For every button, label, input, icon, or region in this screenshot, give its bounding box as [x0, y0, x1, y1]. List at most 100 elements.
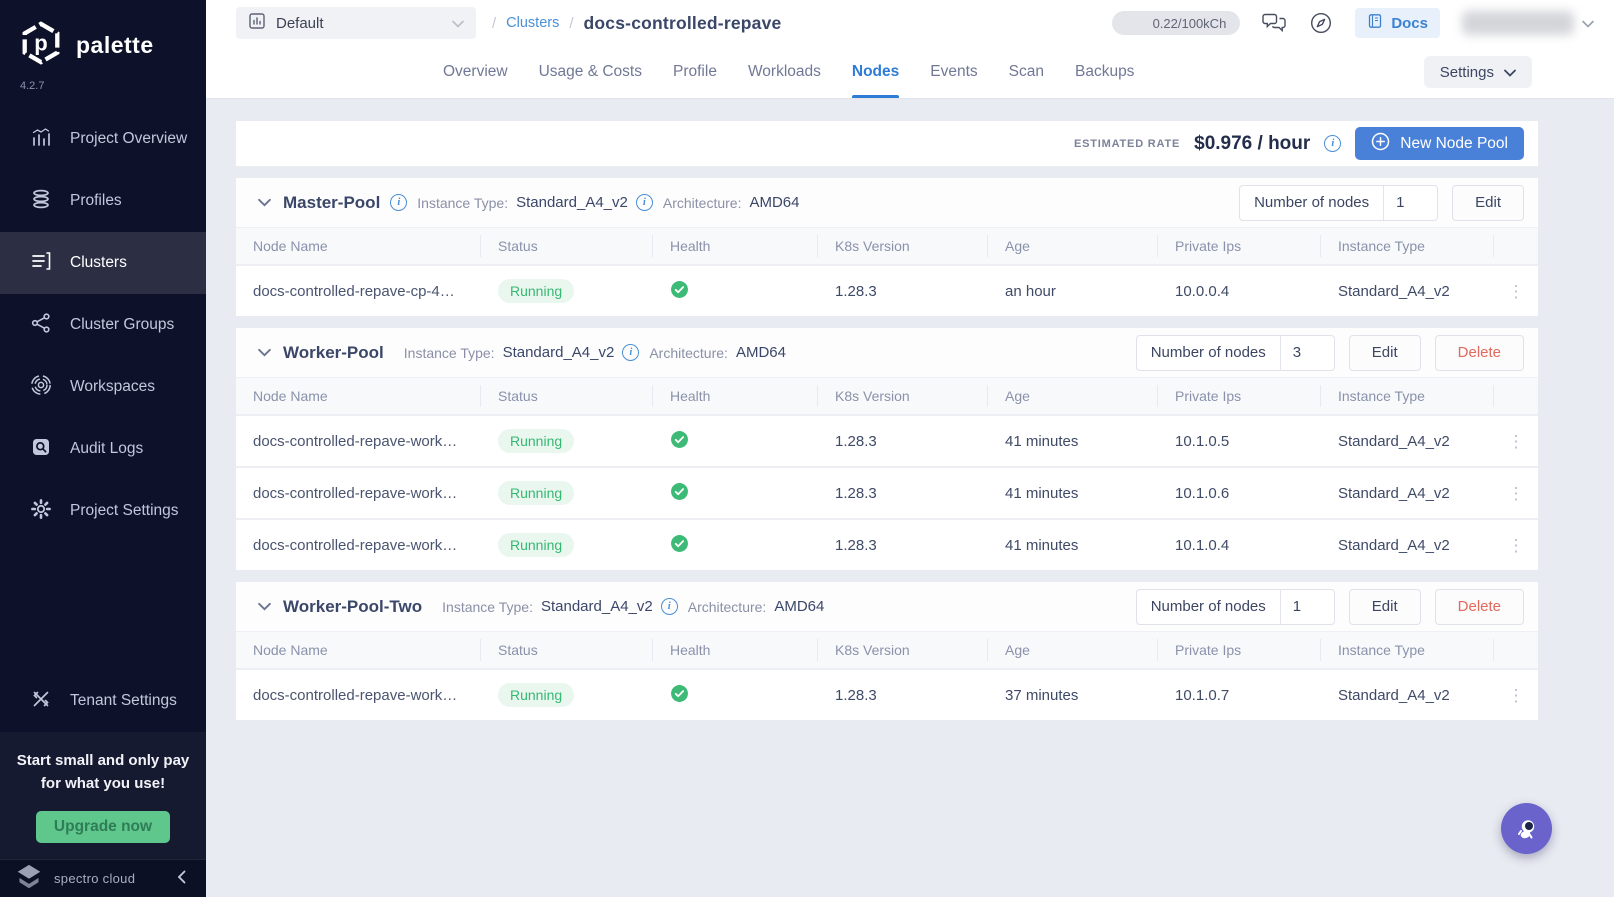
- col-k8s-version: K8s Version: [818, 639, 988, 661]
- sidebar-item-audit-logs[interactable]: Audit Logs: [0, 418, 206, 480]
- delete-pool-button[interactable]: Delete: [1434, 334, 1524, 371]
- health-ok-icon: [671, 684, 688, 702]
- node-name: docs-controlled-repave-work…: [253, 484, 458, 502]
- table-header-row: Node Name Status Health K8s Version Age …: [236, 378, 1538, 414]
- sidebar-item-clusters[interactable]: Clusters: [0, 232, 206, 294]
- chevron-down-icon: [1582, 15, 1594, 32]
- tab-nodes[interactable]: Nodes: [851, 46, 900, 98]
- tab-scan[interactable]: Scan: [1009, 46, 1044, 98]
- pool-name: Worker-Pool: [283, 342, 384, 362]
- instance-type-value: Standard_A4_v2: [502, 344, 615, 361]
- feedback-chat-button[interactable]: [1262, 12, 1287, 34]
- tab-workloads[interactable]: Workloads: [748, 46, 821, 98]
- health-cell: [653, 430, 818, 453]
- instance-type-info-icon[interactable]: i: [635, 194, 653, 211]
- app-root: p palette 4.2.7 Project Overview Profile…: [0, 0, 1614, 897]
- col-k8s-version: K8s Version: [818, 385, 988, 407]
- sidebar-item-project-settings[interactable]: Project Settings: [0, 480, 206, 542]
- row-menu-kebab-icon[interactable]: ⋮: [1494, 279, 1538, 304]
- usage-quota-badge: 0.22/100kCh: [1112, 11, 1241, 35]
- number-of-nodes-input[interactable]: [1279, 335, 1334, 370]
- plus-circle-icon: [1371, 132, 1390, 156]
- instance-type-label: Instance Type:: [417, 194, 509, 211]
- sidebar-item-project-overview[interactable]: Project Overview: [0, 108, 206, 170]
- collapse-pool-button[interactable]: [254, 194, 275, 211]
- main-area: Default / Clusters / docs-controlled-rep…: [206, 0, 1614, 897]
- row-menu-kebab-icon[interactable]: ⋮: [1494, 429, 1538, 454]
- pool-header: Worker-Pool-Two Instance Type: Standard_…: [236, 582, 1538, 632]
- collapse-pool-button[interactable]: [254, 344, 275, 361]
- upsell-banner: Start small and only pay for what you us…: [0, 732, 206, 859]
- number-of-nodes-input[interactable]: [1383, 185, 1438, 220]
- sidebar-item-label: Clusters: [70, 254, 127, 271]
- explore-compass-button[interactable]: [1309, 11, 1333, 35]
- project-selector[interactable]: Default: [236, 7, 476, 39]
- number-of-nodes-group: Number of nodes: [1135, 334, 1335, 371]
- sidebar-item-profiles[interactable]: Profiles: [0, 170, 206, 232]
- breadcrumb-separator: /: [492, 14, 497, 32]
- top-bar: Default / Clusters / docs-controlled-rep…: [206, 0, 1614, 46]
- tab-overview[interactable]: Overview: [443, 46, 508, 98]
- collapse-sidebar-button[interactable]: [171, 868, 192, 889]
- sidebar-item-workspaces[interactable]: Workspaces: [0, 356, 206, 418]
- col-node-name: Node Name: [236, 639, 481, 661]
- upgrade-now-button[interactable]: Upgrade now: [35, 811, 171, 843]
- instance-type-label: Instance Type:: [442, 598, 533, 615]
- orbit-icon: [30, 374, 52, 401]
- rate-info-icon[interactable]: i: [1324, 135, 1342, 152]
- collapse-pool-button[interactable]: [254, 598, 275, 615]
- private-ip: 10.1.0.6: [1175, 484, 1230, 502]
- row-menu-kebab-icon[interactable]: ⋮: [1494, 533, 1538, 558]
- node-age: 37 minutes: [1005, 686, 1079, 704]
- architecture-value: AMD64: [735, 344, 786, 361]
- status-badge: Running: [498, 533, 575, 557]
- k8s-version: 1.28.3: [835, 432, 877, 450]
- audit-search-icon: [30, 436, 52, 463]
- instance-type-info-icon[interactable]: i: [622, 344, 640, 361]
- user-menu[interactable]: [1462, 11, 1594, 35]
- docs-label: Docs: [1391, 14, 1428, 32]
- assistant-fab-button[interactable]: [1501, 803, 1552, 854]
- node-name: docs-controlled-repave-cp-4…: [253, 282, 455, 300]
- tab-profile[interactable]: Profile: [673, 46, 717, 98]
- cluster-settings-button[interactable]: Settings: [1423, 56, 1532, 88]
- architecture-label: Architecture:: [687, 598, 767, 615]
- new-node-pool-button[interactable]: New Node Pool: [1355, 127, 1524, 160]
- chevron-down-icon: [1504, 64, 1516, 81]
- number-of-nodes-input[interactable]: [1279, 589, 1334, 624]
- network-icon: [30, 312, 52, 339]
- chat-bubbles-icon: [1262, 13, 1287, 33]
- sidebar-item-label: Tenant Settings: [70, 692, 177, 709]
- sidebar-item-cluster-groups[interactable]: Cluster Groups: [0, 294, 206, 356]
- sidebar-item-tenant-settings[interactable]: Tenant Settings: [0, 670, 206, 732]
- docs-button[interactable]: Docs: [1355, 8, 1440, 38]
- breadcrumb-clusters-link[interactable]: Clusters: [506, 15, 559, 31]
- estimated-rate-label: ESTIMATED RATE: [1074, 137, 1181, 150]
- tab-usage-costs[interactable]: Usage & Costs: [539, 46, 642, 98]
- edit-pool-button[interactable]: Edit: [1348, 588, 1421, 625]
- k8s-version: 1.28.3: [835, 536, 877, 554]
- col-private-ips: Private Ips: [1158, 235, 1321, 257]
- row-menu-kebab-icon[interactable]: ⋮: [1494, 481, 1538, 506]
- tab-events[interactable]: Events: [930, 46, 977, 98]
- status-badge: Running: [498, 683, 575, 707]
- book-icon: [1367, 13, 1383, 33]
- edit-pool-button[interactable]: Edit: [1452, 184, 1524, 221]
- health-ok-icon: [671, 430, 688, 448]
- edit-pool-button[interactable]: Edit: [1348, 334, 1421, 371]
- row-menu-kebab-icon[interactable]: ⋮: [1494, 683, 1538, 708]
- table-row: docs-controlled-repave-work… Running 1.2…: [236, 466, 1538, 518]
- instance-type-value: Standard_A4_v2: [540, 598, 653, 615]
- chevron-down-icon: [258, 602, 271, 611]
- col-status: Status: [481, 385, 653, 407]
- gear-icon: [30, 498, 52, 525]
- node-age: 41 minutes: [1005, 432, 1079, 450]
- pool-info-icon[interactable]: i: [390, 194, 408, 211]
- node-name: docs-controlled-repave-work…: [253, 432, 458, 450]
- sidebar-item-label: Project Settings: [70, 502, 179, 519]
- delete-pool-button[interactable]: Delete: [1434, 588, 1524, 625]
- instance-type: Standard_A4_v2: [1338, 432, 1450, 450]
- instance-type-info-icon[interactable]: i: [660, 598, 678, 615]
- tab-backups[interactable]: Backups: [1075, 46, 1134, 98]
- node-name: docs-controlled-repave-work…: [253, 536, 458, 554]
